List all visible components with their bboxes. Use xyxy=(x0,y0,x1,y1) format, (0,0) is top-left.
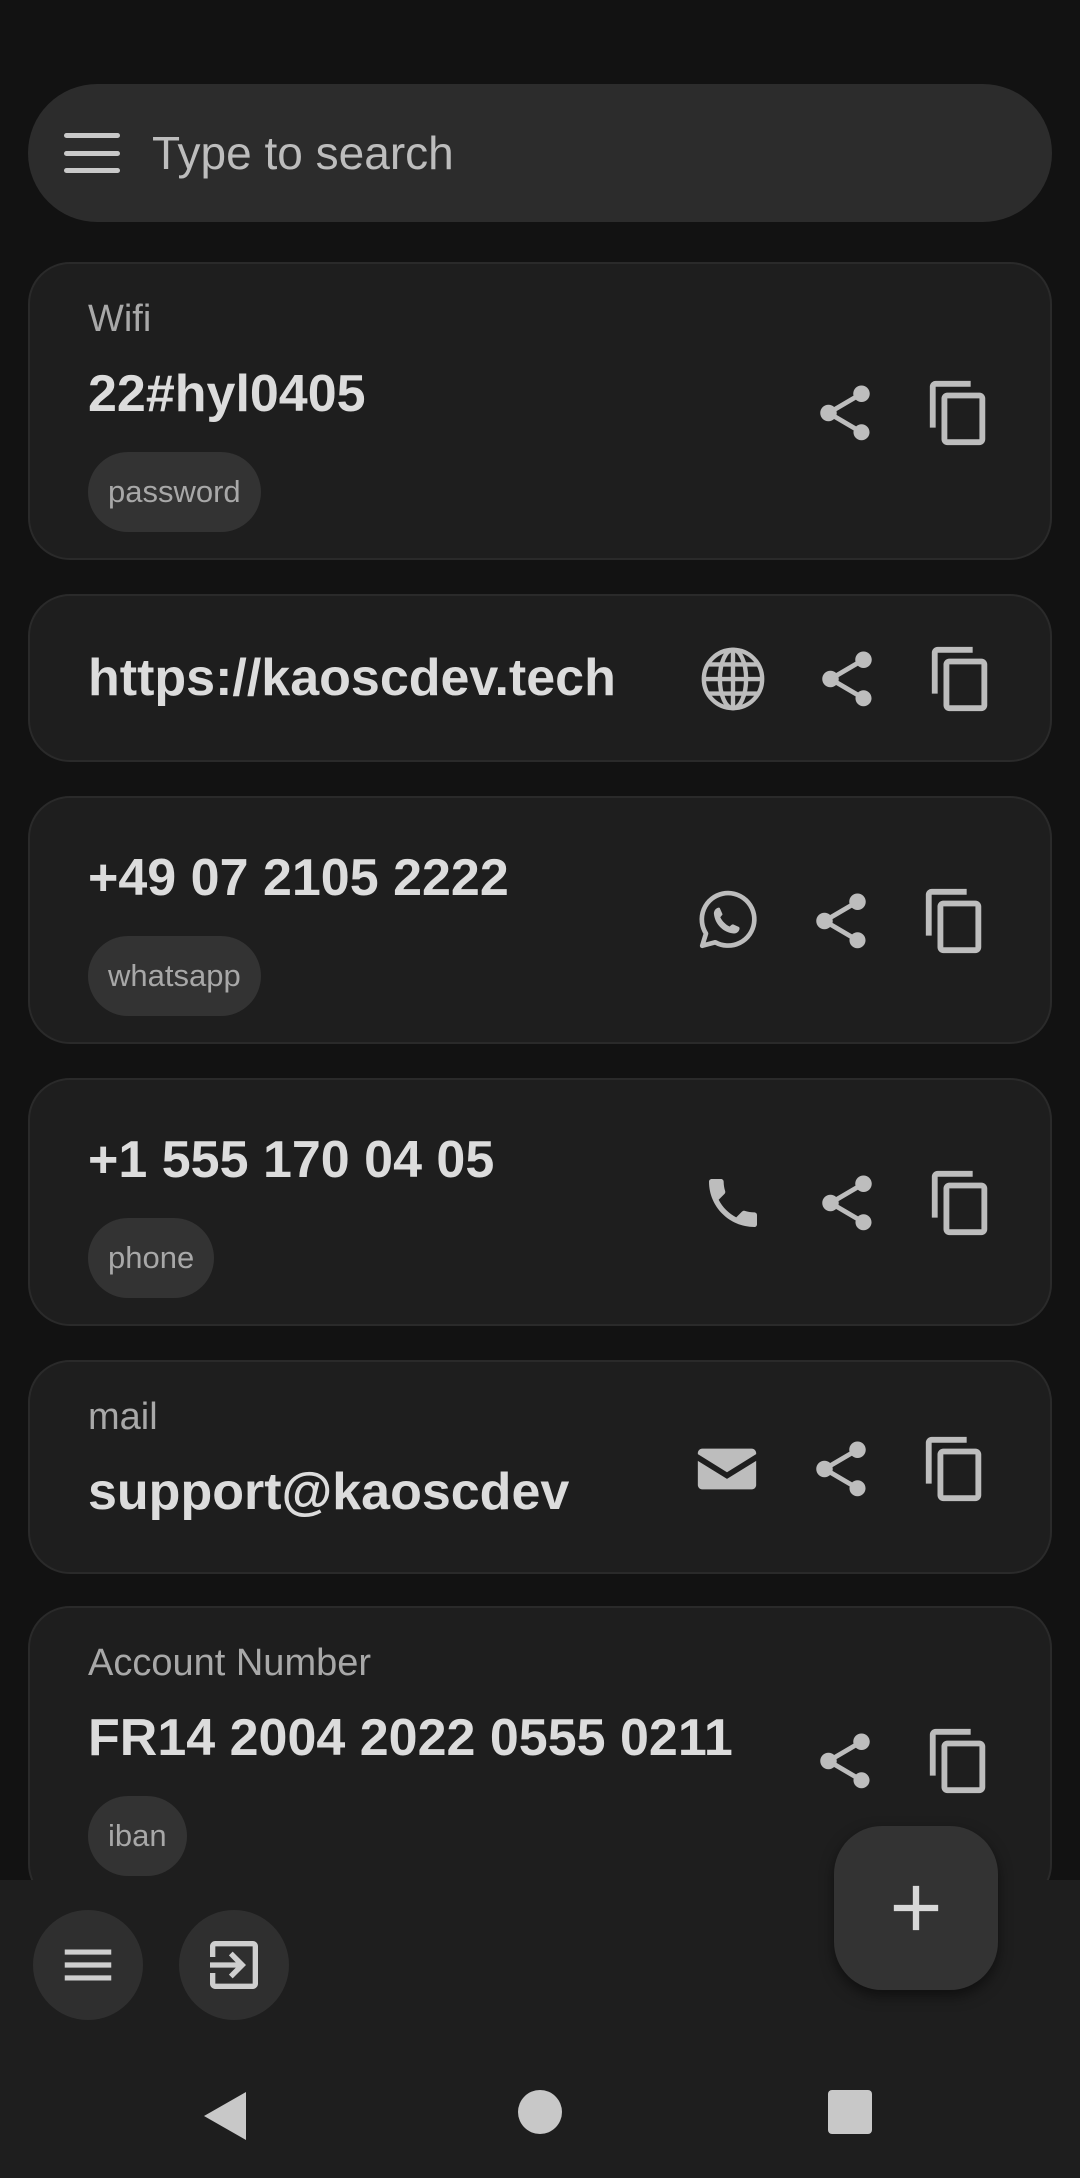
entry-tag: password xyxy=(88,452,261,532)
entry-tag: whatsapp xyxy=(88,936,261,1016)
entry-actions xyxy=(698,644,996,714)
entry-actions xyxy=(810,378,994,448)
login-icon xyxy=(210,1941,258,1989)
whatsapp-icon[interactable] xyxy=(692,886,762,956)
entry-value: FR14 2004 2022 0555 0211 xyxy=(88,1709,733,1767)
copy-icon[interactable] xyxy=(924,1726,994,1796)
entry-card-wifi[interactable]: Wifi 22#hyl0405 password xyxy=(28,262,1052,560)
share-icon[interactable] xyxy=(810,1726,880,1796)
entry-value: 22#hyl0405 xyxy=(88,365,366,423)
search-bar[interactable]: Type to search xyxy=(28,84,1052,222)
globe-icon[interactable] xyxy=(698,644,768,714)
share-icon[interactable] xyxy=(806,1434,876,1504)
plus-icon xyxy=(893,1885,939,1931)
mail-icon[interactable] xyxy=(692,1434,762,1504)
copy-icon[interactable] xyxy=(926,644,996,714)
entry-actions xyxy=(692,1434,990,1504)
system-nav-bar xyxy=(0,2028,1080,2178)
copy-icon[interactable] xyxy=(926,1168,996,1238)
entry-value: +1 555 170 04 05 xyxy=(88,1131,495,1189)
entry-title: Account Number xyxy=(88,1642,372,1684)
entry-tag: iban xyxy=(88,1796,187,1876)
share-icon[interactable] xyxy=(806,886,876,956)
app-screen: Type to search Wifi 22#hyl0405 password … xyxy=(0,0,1080,2178)
entry-value: https://kaoscdev.tech xyxy=(88,649,616,707)
copy-icon[interactable] xyxy=(920,886,990,956)
search-input[interactable]: Type to search xyxy=(152,126,454,180)
copy-icon[interactable] xyxy=(924,378,994,448)
entry-actions xyxy=(698,1168,996,1238)
share-icon[interactable] xyxy=(812,1168,882,1238)
entry-tag: phone xyxy=(88,1218,215,1298)
share-icon[interactable] xyxy=(810,378,880,448)
menu-button[interactable] xyxy=(33,1910,143,2020)
entry-actions xyxy=(692,886,990,956)
back-icon[interactable] xyxy=(200,2090,248,2142)
menu-icon xyxy=(64,1949,112,1981)
entry-actions xyxy=(810,1726,994,1796)
login-button[interactable] xyxy=(179,1910,289,2020)
entry-card-phone[interactable]: +1 555 170 04 05 phone xyxy=(28,1078,1052,1326)
entry-value: support@kaoscdev xyxy=(88,1463,570,1521)
recents-icon[interactable] xyxy=(828,2090,872,2134)
entry-title: mail xyxy=(88,1396,158,1438)
entry-card-url[interactable]: https://kaoscdev.tech xyxy=(28,594,1052,762)
phone-icon[interactable] xyxy=(698,1168,768,1238)
copy-icon[interactable] xyxy=(920,1434,990,1504)
entry-title: Wifi xyxy=(88,298,152,340)
home-icon[interactable] xyxy=(518,2090,562,2134)
entry-card-mail[interactable]: mail support@kaoscdev xyxy=(28,1360,1052,1574)
add-entry-button[interactable] xyxy=(834,1826,998,1990)
entry-card-whatsapp[interactable]: +49 07 2105 2222 whatsapp xyxy=(28,796,1052,1044)
share-icon[interactable] xyxy=(812,644,882,714)
entry-value: +49 07 2105 2222 xyxy=(88,849,509,907)
hamburger-menu-icon[interactable] xyxy=(64,133,120,173)
